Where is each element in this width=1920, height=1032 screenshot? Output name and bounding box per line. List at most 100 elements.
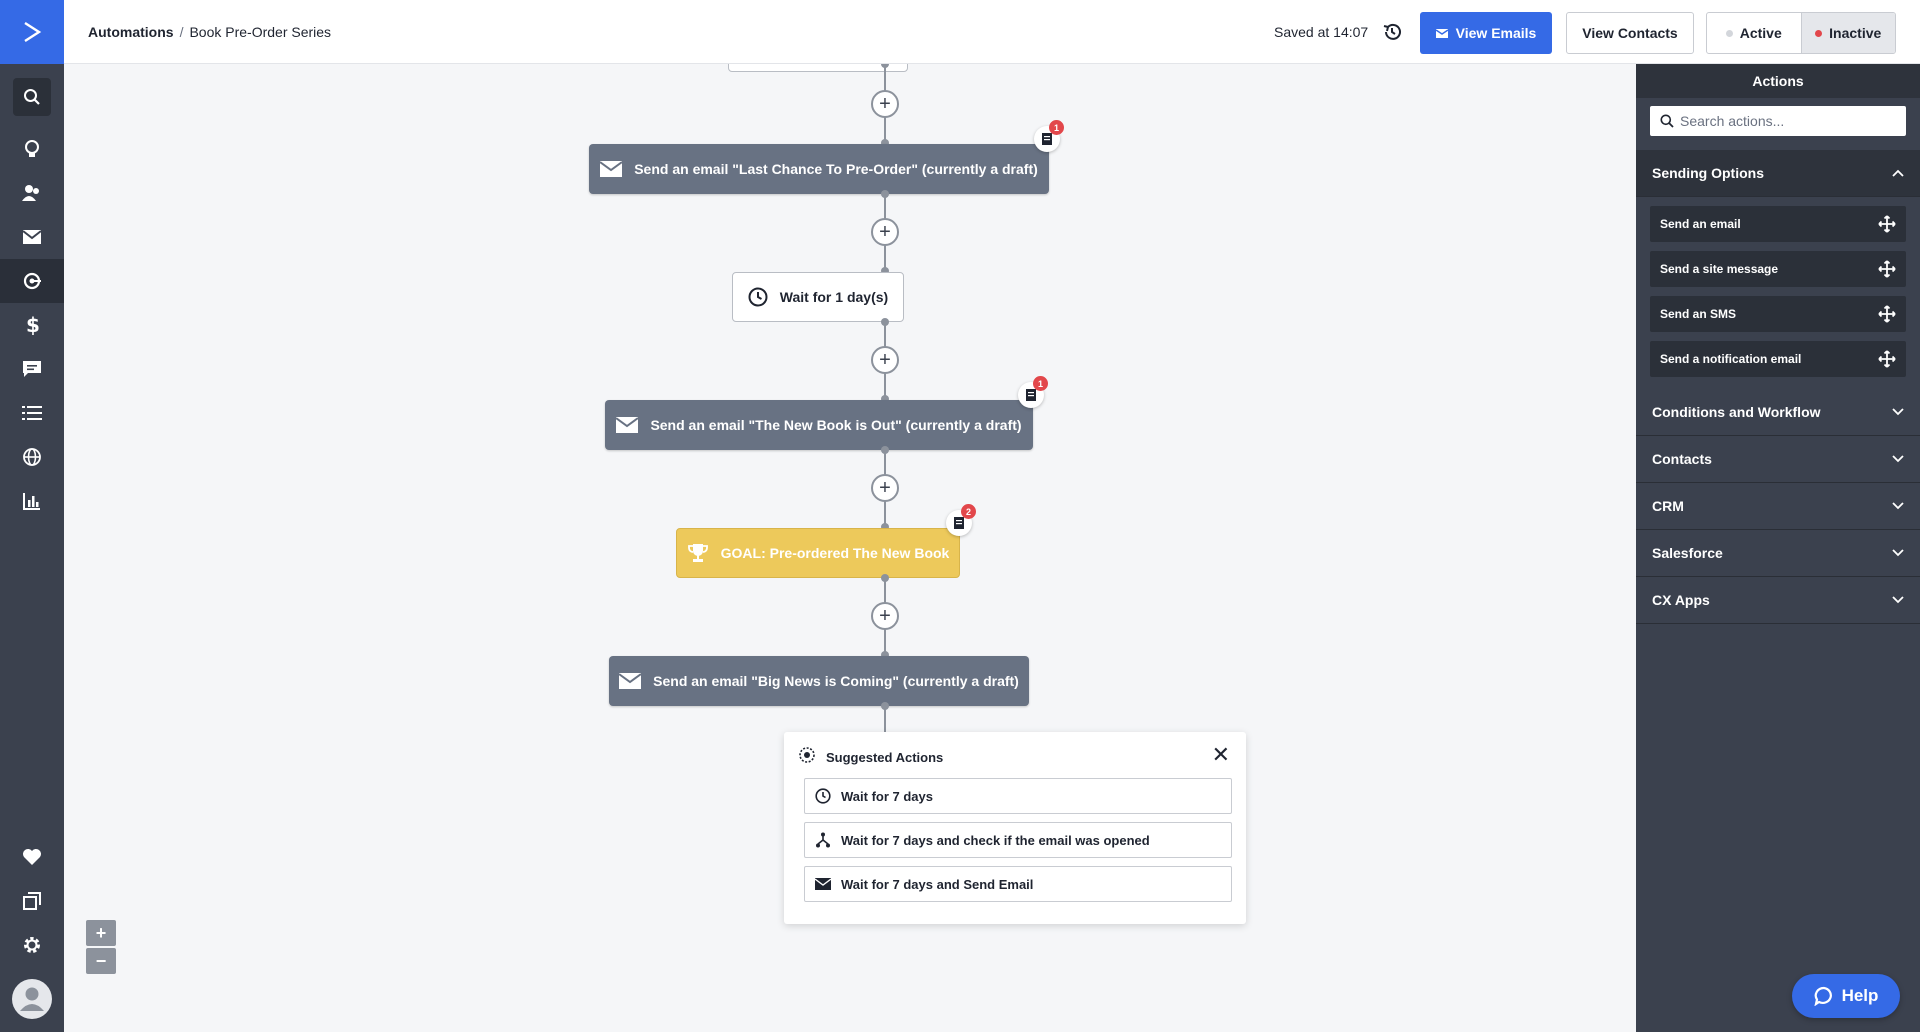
workflow-node-wait[interactable]: Wait for 1 day(s) [732, 272, 904, 322]
trophy-icon [687, 544, 708, 562]
dollar-icon[interactable]: $ [0, 303, 64, 347]
help-button[interactable]: Help [1792, 974, 1900, 1018]
suggested-action-label: Wait for 7 days [841, 788, 933, 804]
workflow-node-email[interactable]: Send an email "Last Chance To Pre-Order"… [589, 144, 1049, 194]
chevron-down-icon [1892, 502, 1904, 510]
document-icon [1042, 133, 1052, 145]
action-label: Send a notification email [1660, 352, 1802, 366]
action-send-sms[interactable]: Send an SMS [1650, 296, 1906, 332]
zoom-controls: + − [86, 920, 116, 974]
suggested-action-item[interactable]: Wait for 7 days and check if the email w… [804, 822, 1232, 858]
suggested-action-item[interactable]: Wait for 7 days and Send Email [804, 866, 1232, 902]
document-icon [954, 517, 964, 529]
clock-icon [748, 287, 768, 307]
suggested-action-label: Wait for 7 days and Send Email [841, 876, 1034, 892]
breadcrumb-current: Book Pre-Order Series [189, 24, 332, 40]
search-actions [1650, 106, 1906, 136]
envelope-icon[interactable] [0, 215, 64, 259]
zoom-out-button[interactable]: − [86, 948, 116, 974]
lightbulb-icon[interactable] [0, 127, 64, 171]
action-send-notification-email[interactable]: Send a notification email [1650, 341, 1906, 377]
logo[interactable] [0, 0, 64, 64]
zoom-in-button[interactable]: + [86, 920, 116, 946]
breadcrumb-automations[interactable]: Automations [88, 24, 174, 40]
move-icon [1878, 350, 1896, 368]
status-inactive-option[interactable]: Inactive [1800, 13, 1895, 53]
reports-icon[interactable] [0, 479, 64, 523]
add-step-button[interactable]: + [871, 474, 899, 502]
actions-panel: Actions Sending Options Send an email Se… [1636, 64, 1920, 1032]
chat-icon[interactable] [0, 347, 64, 391]
split-icon [816, 832, 830, 848]
section-crm[interactable]: CRM [1636, 483, 1920, 530]
sparkle-icon [798, 746, 816, 769]
envelope-icon [600, 161, 623, 177]
help-label: Help [1841, 986, 1879, 1005]
chevron-down-icon [1892, 596, 1904, 604]
workflow-node-goal[interactable]: GOAL: Pre-ordered The New Book [676, 528, 960, 578]
connector-dot [881, 190, 889, 198]
add-step-button[interactable]: + [871, 602, 899, 630]
section-label: Salesforce [1652, 545, 1723, 561]
section-label: Conditions and Workflow [1652, 404, 1821, 420]
search-actions-input[interactable] [1680, 113, 1900, 129]
add-step-button[interactable]: + [871, 346, 899, 374]
section-conditions-workflow[interactable]: Conditions and Workflow [1636, 389, 1920, 436]
add-step-button[interactable]: + [871, 218, 899, 246]
chevron-down-icon [1892, 408, 1904, 416]
section-label: Sending Options [1652, 165, 1764, 181]
add-step-button[interactable]: + [871, 90, 899, 118]
node-label: Send an email "Big News is Coming" (curr… [653, 673, 1019, 689]
node-error-badge[interactable]: 1 [1018, 376, 1048, 408]
workflow-node-email[interactable]: Send an email "The New Book is Out" (cur… [605, 400, 1033, 450]
breadcrumb-separator: / [179, 24, 184, 40]
pages-icon[interactable] [0, 879, 64, 923]
history-icon[interactable] [1382, 22, 1402, 47]
top-header: Automations / Book Pre-Order Series Save… [64, 0, 1920, 64]
svg-text:$: $ [26, 315, 39, 335]
view-contacts-button[interactable]: View Contacts [1566, 12, 1694, 54]
active-dot-icon [1725, 29, 1733, 37]
section-salesforce[interactable]: Salesforce [1636, 530, 1920, 577]
saved-status: Saved at 14:07 [1274, 24, 1369, 40]
node-error-badge[interactable]: 1 [1034, 120, 1064, 152]
view-emails-label: View Emails [1455, 25, 1537, 41]
status-active-label: Active [1739, 25, 1782, 41]
left-nav: $ [0, 0, 64, 1032]
automations-icon[interactable] [0, 259, 64, 303]
actions-panel-title: Actions [1636, 64, 1920, 98]
suggested-actions-panel: Suggested Actions ✕ Wait for 7 days Wait… [784, 732, 1246, 924]
node-label: Send an email "The New Book is Out" (cur… [650, 417, 1022, 433]
inactive-dot-icon [1815, 29, 1823, 37]
chevron-down-icon [1892, 549, 1904, 557]
connector-dot [881, 318, 889, 326]
globe-icon[interactable] [0, 435, 64, 479]
connector-dot [881, 574, 889, 582]
section-cx-apps[interactable]: CX Apps [1636, 577, 1920, 624]
view-emails-button[interactable]: View Emails [1420, 12, 1552, 54]
list-icon[interactable] [0, 391, 64, 435]
search-icon[interactable] [13, 78, 51, 116]
close-icon[interactable]: ✕ [1212, 744, 1230, 766]
action-send-site-message[interactable]: Send a site message [1650, 251, 1906, 287]
status-active-option[interactable]: Active [1707, 13, 1801, 53]
breadcrumb: Automations / Book Pre-Order Series [88, 24, 331, 40]
contacts-icon[interactable] [0, 171, 64, 215]
connector-dot [881, 446, 889, 454]
badge-count: 2 [961, 504, 976, 519]
action-send-email[interactable]: Send an email [1650, 206, 1906, 242]
suggested-action-label: Wait for 7 days and check if the email w… [841, 832, 1150, 848]
heart-icon[interactable] [0, 835, 64, 879]
gear-icon[interactable] [0, 923, 64, 967]
workflow-node-email[interactable]: Send an email "Big News is Coming" (curr… [609, 656, 1029, 706]
suggested-action-item[interactable]: Wait for 7 days [804, 778, 1232, 814]
move-icon [1878, 305, 1896, 323]
node-error-badge[interactable]: 2 [946, 504, 976, 536]
avatar[interactable] [0, 978, 64, 1020]
chat-bubble-icon [1814, 986, 1832, 1006]
connector-dot [881, 702, 889, 710]
workflow-canvas[interactable]: + Send an email "Last Chance To Pre-Orde… [64, 64, 1636, 1032]
section-label: CRM [1652, 498, 1684, 514]
section-contacts[interactable]: Contacts [1636, 436, 1920, 483]
section-sending-options[interactable]: Sending Options [1636, 150, 1920, 197]
